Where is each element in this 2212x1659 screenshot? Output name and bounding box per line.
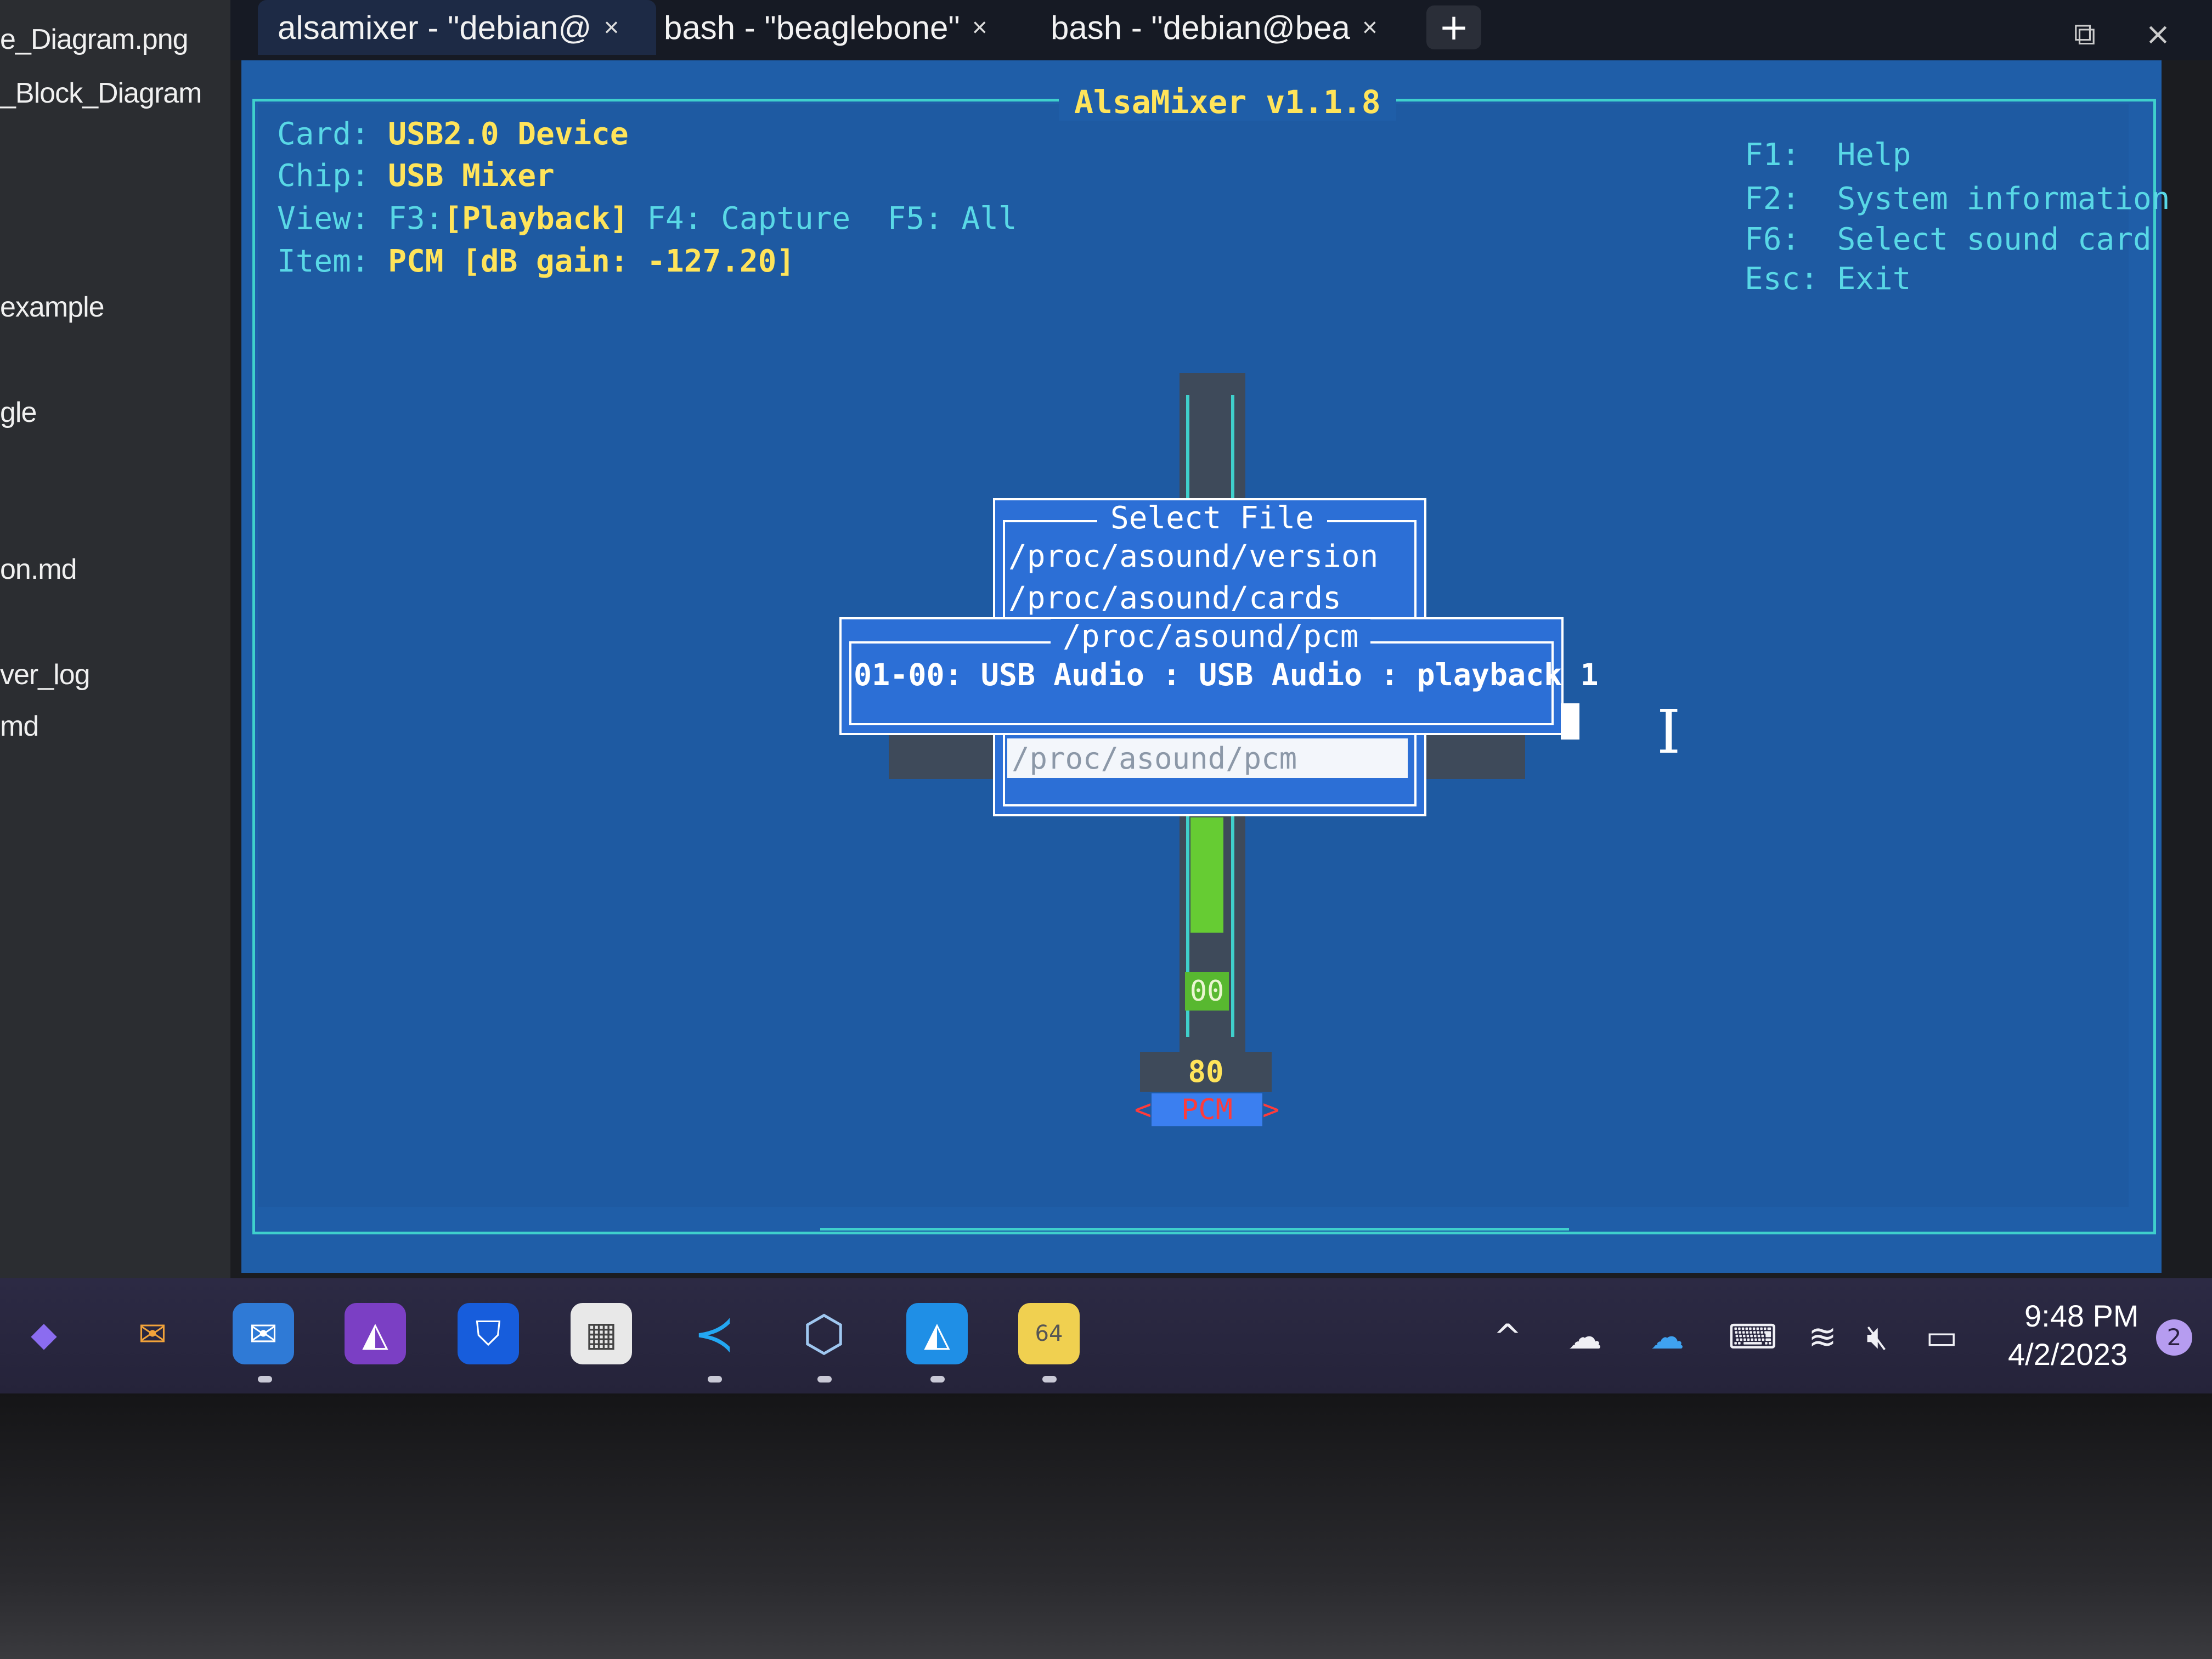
card-line: Card: USB2.0 Device: [277, 116, 629, 152]
pcm-dialog-title: /proc/asound/pcm: [1051, 619, 1371, 654]
file-option[interactable]: /proc/asound/version: [1008, 539, 1378, 574]
running-indicator: [817, 1376, 832, 1383]
help-f6: F6: Select sound card: [1745, 222, 2152, 257]
pcm-level-value: 00: [1185, 972, 1229, 1011]
file-explorer-panel: e_Diagram.png _Block_Diagram example gle…: [0, 0, 230, 1278]
text-cursor-icon: I: [1657, 697, 1681, 767]
left-arrow-icon: <: [1134, 1093, 1152, 1126]
chip-label: Chip:: [277, 158, 370, 194]
help-f1: F1: Help: [1745, 137, 1911, 173]
wifi-icon[interactable]: ≋: [1808, 1317, 1837, 1357]
new-tab-button[interactable]: +: [1426, 5, 1481, 49]
view-all[interactable]: F5: All: [888, 201, 1017, 236]
battery-icon[interactable]: ▭: [1926, 1317, 1958, 1357]
running-indicator: [708, 1376, 722, 1383]
cloud-sync-icon[interactable]: ☁: [1568, 1317, 1602, 1357]
chevron-up-icon[interactable]: ^: [1493, 1317, 1522, 1357]
photo-editor-icon[interactable]: ▦: [571, 1303, 632, 1364]
pcm-level-fill: [1190, 817, 1223, 933]
right-arrow-icon: >: [1262, 1093, 1280, 1126]
file-path-input[interactable]: [1007, 738, 1408, 778]
card-value: USB2.0 Device: [388, 116, 629, 152]
obsidian-icon[interactable]: ◆: [13, 1303, 75, 1364]
clock-date[interactable]: 4/2/2023: [2008, 1336, 2128, 1372]
restore-icon[interactable]: ⧉: [2074, 16, 2096, 53]
help-key: F2:: [1745, 181, 1801, 217]
select-file-title: Select File: [1097, 500, 1327, 536]
help-action: System information: [1837, 181, 2170, 217]
scroll-indicator: [820, 1228, 1569, 1231]
tab-bash-beaglebone[interactable]: bash - "beaglebone" ×: [664, 0, 1015, 55]
window-close-icon[interactable]: ×: [2145, 16, 2171, 52]
file-item[interactable]: ver_log: [0, 658, 91, 691]
tab-alsamixer[interactable]: alsamixer - "debian@ ×: [258, 0, 656, 55]
file-item[interactable]: on.md: [0, 553, 77, 586]
file-item[interactable]: md: [0, 710, 39, 743]
pcm-channel-label[interactable]: < PCM >: [1119, 1091, 1295, 1129]
help-key: F1:: [1745, 137, 1801, 173]
file-item[interactable]: gle: [0, 396, 37, 429]
mail-icon[interactable]: ✉: [233, 1303, 294, 1364]
item-value: PCM [dB gain: -127.20]: [388, 244, 795, 279]
file-item[interactable]: e_Diagram.png: [0, 23, 189, 56]
help-action: Select sound card: [1837, 222, 2152, 257]
chip-value: USB Mixer: [388, 158, 555, 194]
file-item[interactable]: _Block_Diagram: [0, 77, 202, 110]
chip-line: Chip: USB Mixer: [277, 158, 555, 194]
item-label: Item:: [277, 244, 370, 279]
affinity-designer-icon[interactable]: ◭: [906, 1303, 968, 1364]
clock-time[interactable]: 9:48 PM: [2024, 1298, 2139, 1334]
view-f3-key: F3:: [388, 201, 444, 236]
close-icon[interactable]: ×: [603, 13, 619, 43]
card-label: Card:: [277, 116, 370, 152]
pcm-dialog-content: 01-00: USB Audio : USB Audio : playback …: [854, 657, 1599, 692]
bitwarden-icon[interactable]: ⛉: [458, 1303, 519, 1364]
view-label: View:: [277, 201, 370, 236]
view-playback[interactable]: [Playback]: [443, 201, 628, 236]
running-indicator: [1042, 1376, 1057, 1383]
help-action: Exit: [1837, 261, 1911, 297]
tab-label: alsamixer - "debian@: [278, 9, 592, 46]
keyboard-icon[interactable]: ⌨: [1728, 1317, 1778, 1357]
help-esc: Esc: Exit: [1745, 261, 1911, 297]
help-f2: F2: System information: [1745, 181, 2170, 217]
help-key: F6:: [1745, 222, 1801, 257]
app-64-icon[interactable]: 64: [1018, 1303, 1080, 1364]
terminal-cursor: [1561, 703, 1579, 740]
laptop-bezel: [0, 1393, 2212, 1659]
affinity-photo-icon[interactable]: ◭: [345, 1303, 406, 1364]
running-indicator: [258, 1376, 272, 1383]
item-line: Item: PCM [dB gain: -127.20]: [277, 244, 795, 279]
close-icon[interactable]: ×: [972, 13, 988, 43]
view-capture[interactable]: F4: Capture: [647, 201, 850, 236]
help-action: Help: [1837, 137, 1911, 173]
view-line: View: F3:[Playback] F4: Capture F5: All: [277, 201, 1017, 236]
virtualbox-icon[interactable]: ⬡: [793, 1303, 855, 1364]
channel-name: PCM: [1152, 1093, 1262, 1126]
thunderbird-icon[interactable]: ✉: [122, 1303, 183, 1364]
app-title: AlsaMixer v1.1.8: [1059, 83, 1396, 121]
help-key: Esc:: [1745, 261, 1819, 297]
close-icon[interactable]: ×: [1362, 13, 1378, 43]
running-indicator: [930, 1376, 945, 1383]
tab-label: bash - "beaglebone": [664, 9, 960, 46]
tab-label: bash - "debian@bea: [1051, 9, 1350, 46]
tab-bash-debian[interactable]: bash - "debian@bea ×: [1051, 0, 1385, 55]
onedrive-icon[interactable]: ☁: [1650, 1317, 1684, 1357]
file-item[interactable]: example: [0, 291, 105, 324]
volume-muted-icon[interactable]: 🔇︎: [1866, 1317, 1888, 1357]
notification-badge[interactable]: 2: [2156, 1319, 2192, 1356]
file-option[interactable]: /proc/asound/cards: [1008, 580, 1341, 616]
pcm-volume-readout: 80: [1140, 1052, 1272, 1092]
vscode-icon[interactable]: ≺: [684, 1303, 745, 1364]
